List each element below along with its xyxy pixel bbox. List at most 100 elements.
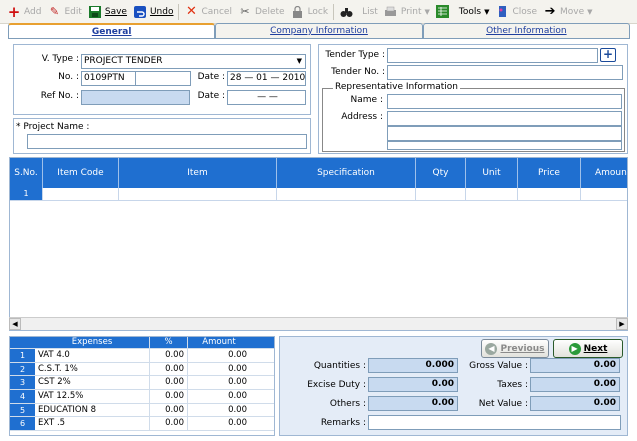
expense-amount[interactable]: 0.00 [188,390,250,403]
cell-price[interactable] [518,188,581,201]
rep-name-label: Name : [350,95,383,105]
expense-name: C.S.T. 1% [35,362,150,376]
expense-percent[interactable]: 0.00 [150,349,188,362]
row-number: 6 [10,417,35,431]
excise-duty-label: Excise Duty : [307,380,366,390]
cell-specification[interactable] [277,188,416,201]
ref-no-field[interactable] [81,90,190,105]
scroll-left-icon[interactable]: ◀ [9,318,21,330]
excise-duty-field[interactable]: 0.00 [368,377,458,392]
col-item-code[interactable]: Item Code [43,158,119,188]
spreadsheet-button[interactable] [433,2,456,22]
floppy-disk-icon [88,5,102,19]
col-qty[interactable]: Qty [416,158,466,188]
voucher-no-field[interactable]: 0109PTN [81,71,136,86]
expense-percent[interactable]: 0.00 [150,390,188,403]
undo-button[interactable]: Undo [130,2,177,22]
tender-type-field[interactable] [387,48,598,63]
remarks-field[interactable] [368,415,621,430]
rep-name-field[interactable] [387,94,622,109]
col-price[interactable]: Price [518,158,581,188]
date-field[interactable]: 28 — 01 — 2010 [227,71,306,86]
table-row[interactable]: 3 CST 2% 0.00 0.00 [10,376,274,391]
expense-name: VAT 4.0 [35,349,150,362]
totals-panel: ◀ Previous ▶ Next Quantities : 0.000 Gross… [279,336,628,436]
chevron-down-icon: ▼ [587,7,593,16]
cell-amount[interactable] [581,188,627,201]
col-unit[interactable]: Unit [466,158,518,188]
address-line-3[interactable] [387,141,622,150]
quantities-field: 0.000 [368,358,458,373]
table-row[interactable]: 4 VAT 12.5% 0.00 0.00 [10,390,274,404]
net-value-field: 0.00 [530,396,620,411]
expense-percent[interactable]: 0.00 [150,417,188,431]
cell-qty[interactable] [416,188,466,201]
tab-other-information[interactable]: Other Information [422,23,630,39]
expense-amount[interactable]: 0.00 [188,404,250,417]
scroll-right-icon[interactable]: ▶ [616,318,628,330]
address-line-1[interactable] [387,111,622,126]
taxes-field: 0.00 [530,377,620,392]
tab-general[interactable]: General [8,23,216,39]
address-label: Address : [341,112,383,122]
move-button[interactable]: ➔ Move ▼ [540,2,596,22]
expense-amount[interactable]: 0.00 [188,349,250,362]
table-row[interactable]: 1 [10,188,627,201]
expense-amount[interactable]: 0.00 [188,376,250,389]
row-number: 5 [10,403,35,417]
table-row[interactable]: 5 EDUCATION 8 0.00 0.00 [10,403,274,418]
next-button[interactable]: ▶ Next [553,339,623,358]
view-button[interactable] [336,2,359,22]
arrow-left-icon: ◀ [485,342,498,355]
lock-button[interactable]: Lock [288,2,332,22]
others-field[interactable]: 0.00 [368,396,458,411]
list-button[interactable]: List [359,2,381,22]
table-row[interactable]: 6 EXT .5 0.00 0.00 [10,417,274,432]
spreadsheet-icon [436,5,450,19]
expense-percent[interactable]: 0.00 [150,403,188,417]
col-item[interactable]: Item [119,158,277,188]
cancel-button[interactable]: ✕ Cancel [181,2,235,22]
cell-item[interactable] [119,188,277,201]
toolbar: + Add ✎ Edit Save Undo ✕ Cancel ✂ Delete Loc… [0,0,637,24]
add-button[interactable]: + Add [4,2,44,22]
col-sno[interactable]: S.No. [10,158,43,188]
expenses-table: Expenses % Amount 1 VAT 4.0 0.00 0.00 2 C.S.… [9,336,275,436]
print-button[interactable]: Print ▼ [381,2,433,22]
x-icon: ✕ [186,4,197,19]
col-specification[interactable]: Specification [277,158,416,188]
vtype-select[interactable]: PROJECT TENDER ▼ [81,54,306,69]
project-name-field[interactable] [27,134,307,149]
expense-percent[interactable]: 0.00 [150,376,188,390]
tab-company-information[interactable]: Company Information [215,23,423,39]
expense-amount[interactable]: 0.00 [188,363,250,376]
table-row[interactable]: 1 VAT 4.0 0.00 0.00 [10,349,274,363]
horizontal-scrollbar[interactable]: ◀ ▶ [9,317,628,330]
edit-button[interactable]: ✎ Edit [44,2,84,22]
cell-item-code[interactable] [43,188,119,201]
expense-name: EXT .5 [35,417,150,431]
no-label: No. : [58,72,79,82]
previous-button[interactable]: ◀ Previous [481,339,549,358]
save-button[interactable]: Save [85,2,130,22]
quantities-label: Quantities : [313,361,366,371]
voucher-no-suffix-field[interactable] [135,71,191,86]
expense-amount[interactable]: 0.00 [188,417,250,430]
pencil-icon: ✎ [49,5,60,18]
delete-button[interactable]: ✂ Delete [235,2,288,22]
close-button[interactable]: Close [492,2,540,22]
toolbar-separator [178,3,180,20]
others-label: Others : [329,399,366,409]
chevron-down-icon: ▼ [296,57,302,65]
tools-menu[interactable]: Tools ▼ [456,2,493,22]
tender-no-field[interactable] [387,65,623,80]
cell-unit[interactable] [466,188,518,201]
address-line-2[interactable] [387,126,622,141]
add-tender-type-button[interactable]: + [600,48,616,62]
expense-percent[interactable]: 0.00 [150,362,188,376]
ref-date-field[interactable]: — — [227,90,306,105]
expense-name: VAT 12.5% [35,390,150,403]
table-row[interactable]: 2 C.S.T. 1% 0.00 0.00 [10,362,274,377]
col-amount[interactable]: Amount [581,158,627,188]
row-number: 1 [10,188,43,201]
